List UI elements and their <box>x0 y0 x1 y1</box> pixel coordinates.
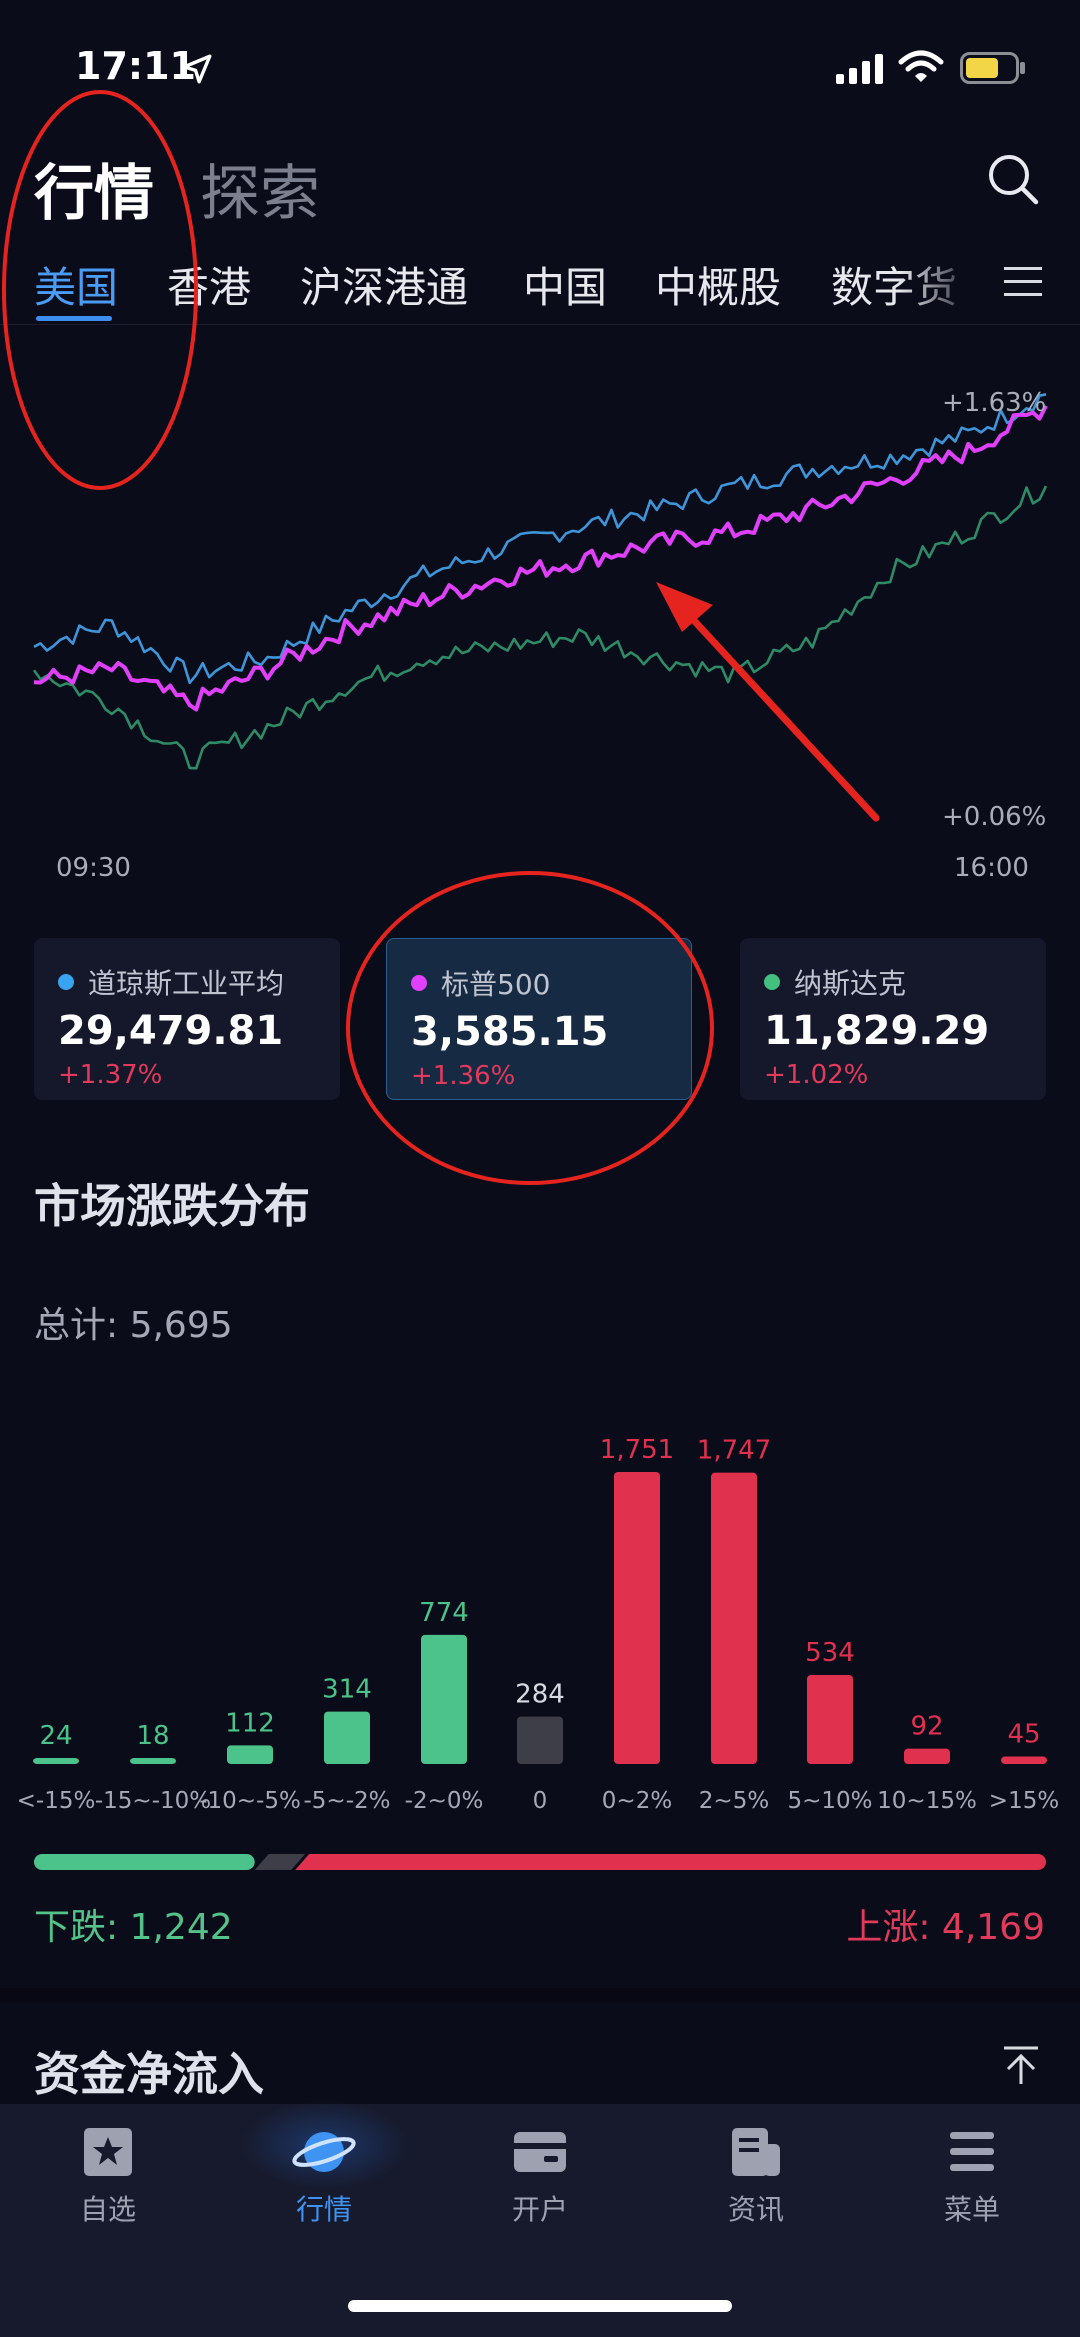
distribution-bar <box>227 1745 273 1764</box>
ratio-rise-segment <box>295 1854 1046 1870</box>
bar-value-label: 24 <box>39 1721 72 1751</box>
index-name: 纳斯达克 <box>794 967 907 1000</box>
index-card-dow[interactable]: 道琼斯工业平均 29,479.81 +1.37% <box>34 938 340 1100</box>
bar-value-label: 774 <box>419 1598 469 1628</box>
net-inflow-title: 资金净流入 <box>34 2047 264 2101</box>
distribution-bar <box>421 1634 467 1764</box>
distribution-title: 市场涨跌分布 <box>34 1179 310 1233</box>
distribution-bar <box>33 1758 79 1764</box>
distribution-bar-chart: 24 <-15% 18 -15~-10% 112 -10~-5% 314 -5~-2% 774 -… <box>17 1435 1060 1814</box>
tab-fade-overlay <box>900 240 980 320</box>
cellular-signal-icon <box>836 54 883 84</box>
nav-quotes[interactable]: 行情 <box>254 2126 394 2228</box>
distribution-bar <box>324 1711 370 1764</box>
index-card-nasdaq[interactable]: 纳斯达克 11,829.29 +1.02% <box>740 938 1046 1100</box>
market-tab-connect[interactable]: 沪深港通 <box>300 254 468 315</box>
tab-explore[interactable]: 探索 <box>200 145 320 232</box>
bar-value-label: 284 <box>515 1680 565 1710</box>
bar-value-label: 1,751 <box>600 1435 674 1465</box>
nav-news[interactable]: 资讯 <box>686 2126 826 2228</box>
nav-label: 资讯 <box>727 2193 784 2226</box>
card-icon <box>514 2132 566 2172</box>
nav-label: 行情 <box>295 2193 352 2226</box>
battery-icon <box>960 52 1025 84</box>
bar-category-label: 0 <box>533 1788 548 1814</box>
bar-value-label: 112 <box>225 1708 275 1738</box>
section-separator <box>0 1988 1080 2002</box>
nasdaq-dot-icon <box>764 974 780 990</box>
active-tab-indicator <box>36 316 112 321</box>
distribution-bar <box>130 1758 176 1764</box>
bar-category-label: 0~2% <box>602 1788 672 1814</box>
chart-series-line-2 <box>32 485 1048 770</box>
location-arrow-icon <box>182 54 212 84</box>
bar-value-label: 1,747 <box>697 1436 771 1466</box>
market-tab-china-concept[interactable]: 中概股 <box>655 254 781 315</box>
search-icon[interactable] <box>986 152 1040 206</box>
index-change: +1.36% <box>411 1061 516 1091</box>
tab-menu-icon[interactable] <box>1004 265 1042 299</box>
distribution-bar <box>904 1748 950 1764</box>
tab-divider <box>0 324 1080 325</box>
index-name: 道琼斯工业平均 <box>88 967 285 1000</box>
nav-label: 自选 <box>79 2193 136 2226</box>
market-tab-us[interactable]: 美国 <box>34 254 118 315</box>
index-line-chart[interactable] <box>0 370 1080 840</box>
distribution-bar <box>1001 1756 1047 1764</box>
index-value: 29,479.81 <box>58 1008 284 1054</box>
chart-series-line-1 <box>33 404 1048 712</box>
bar-category-label: -15~-10% <box>95 1788 211 1814</box>
distribution-bar <box>614 1472 660 1764</box>
chart-x-end-label: 16:00 <box>954 853 1029 883</box>
distribution-bar <box>807 1674 853 1764</box>
bar-category-label: <-15% <box>17 1788 96 1814</box>
dow-dot-icon <box>58 974 74 990</box>
bar-category-label: -2~0% <box>405 1788 484 1814</box>
planet-icon <box>292 2132 356 2172</box>
rise-count: 上涨: 4,169 <box>846 1907 1045 1948</box>
fall-count: 下跌: 1,242 <box>34 1907 233 1948</box>
rise-fall-ratio-bar <box>34 1854 1046 1870</box>
home-indicator <box>348 2300 732 2312</box>
bar-category-label: 2~5% <box>699 1788 769 1814</box>
bar-category-label: -5~-2% <box>304 1788 391 1814</box>
nav-menu[interactable]: 菜单 <box>902 2126 1042 2228</box>
index-value: 11,829.29 <box>764 1008 990 1054</box>
ratio-fall-segment <box>34 1854 255 1870</box>
chart-x-start-label: 09:30 <box>56 853 131 883</box>
news-icon <box>732 2128 780 2176</box>
sp500-dot-icon <box>411 975 427 991</box>
bar-category-label: 5~10% <box>787 1788 872 1814</box>
tab-quotes[interactable]: 行情 <box>34 145 154 232</box>
bar-category-label: >15% <box>989 1788 1059 1814</box>
annotation-overlay <box>2 90 880 1185</box>
market-tab-china[interactable]: 中国 <box>523 254 607 315</box>
index-value: 3,585.15 <box>411 1009 609 1055</box>
index-card-sp500[interactable]: 标普500 3,585.15 +1.36% <box>386 938 692 1100</box>
wifi-icon <box>898 50 944 82</box>
chart-y-min-label: +0.06% <box>942 802 1047 832</box>
bar-value-label: 534 <box>805 1638 855 1668</box>
index-name: 标普500 <box>441 968 551 1001</box>
nav-label: 开户 <box>511 2193 568 2226</box>
back-to-top-icon[interactable] <box>1002 2046 1040 2086</box>
nav-watchlist[interactable]: 自选 <box>38 2126 178 2228</box>
bar-category-label: 10~15% <box>877 1788 977 1814</box>
hamburger-icon <box>950 2132 994 2171</box>
bar-value-label: 92 <box>910 1712 943 1742</box>
index-change: +1.37% <box>58 1060 163 1090</box>
nav-label: 菜单 <box>943 2193 1000 2226</box>
bar-value-label: 45 <box>1007 1719 1040 1749</box>
distribution-bar <box>711 1472 757 1764</box>
index-change: +1.02% <box>764 1060 869 1090</box>
chart-y-max-label: +1.63% <box>942 388 1047 418</box>
nav-open-account[interactable]: 开户 <box>470 2126 610 2228</box>
bar-value-label: 314 <box>322 1675 372 1705</box>
status-time: 17:11 <box>75 44 196 88</box>
market-tab-hk[interactable]: 香港 <box>167 254 251 315</box>
distribution-bar <box>517 1716 563 1764</box>
bar-category-label: -10~-5% <box>199 1788 301 1814</box>
bar-value-label: 18 <box>136 1721 169 1751</box>
star-box-icon <box>84 2128 132 2176</box>
